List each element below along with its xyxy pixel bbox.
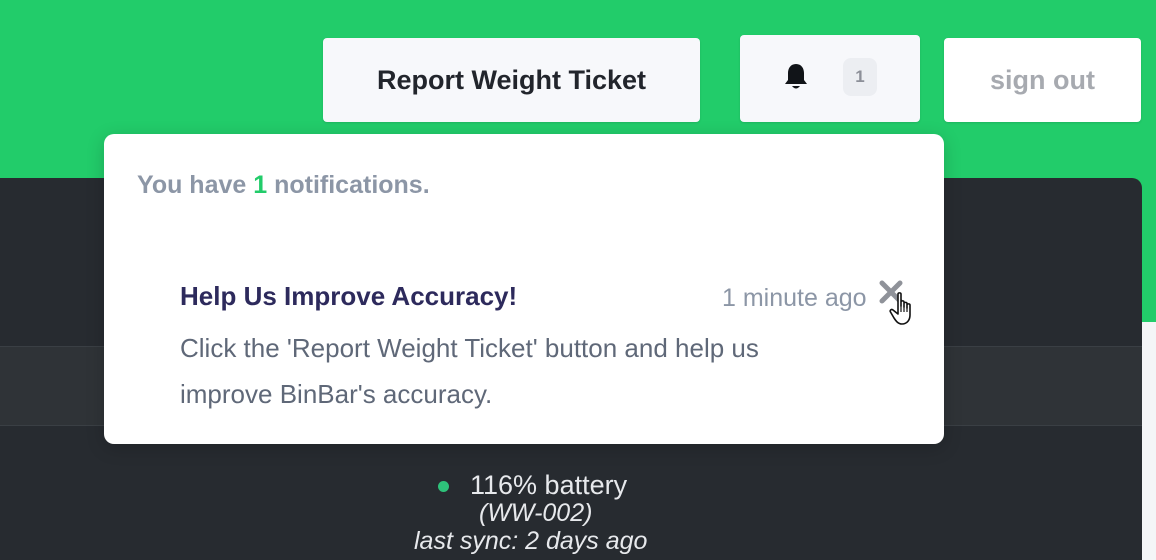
last-sync: last sync: 2 days ago bbox=[414, 527, 648, 555]
sign-out-button[interactable]: sign out bbox=[944, 38, 1141, 122]
notifications-summary: You have 1 notifications. bbox=[137, 171, 430, 200]
summary-suffix: notifications. bbox=[267, 171, 430, 199]
notification-count-badge: 1 bbox=[843, 58, 877, 96]
status-indicator-dot bbox=[438, 481, 449, 492]
device-id: (WW-002) bbox=[479, 499, 593, 527]
report-weight-ticket-button[interactable]: Report Weight Ticket bbox=[323, 38, 700, 122]
notification-body: Click the 'Report Weight Ticket' button … bbox=[180, 333, 759, 409]
bell-icon bbox=[785, 64, 807, 89]
notifications-button[interactable] bbox=[740, 35, 920, 122]
battery-status: 116% battery bbox=[470, 470, 628, 500]
page-background-strip bbox=[1142, 322, 1156, 560]
summary-count: 1 bbox=[253, 171, 268, 199]
summary-prefix: You have bbox=[137, 171, 254, 199]
notification-title[interactable]: Help Us Improve Accuracy! bbox=[180, 281, 517, 312]
hand-pointer-cursor bbox=[889, 292, 911, 325]
notification-time: 1 minute ago bbox=[722, 284, 867, 312]
